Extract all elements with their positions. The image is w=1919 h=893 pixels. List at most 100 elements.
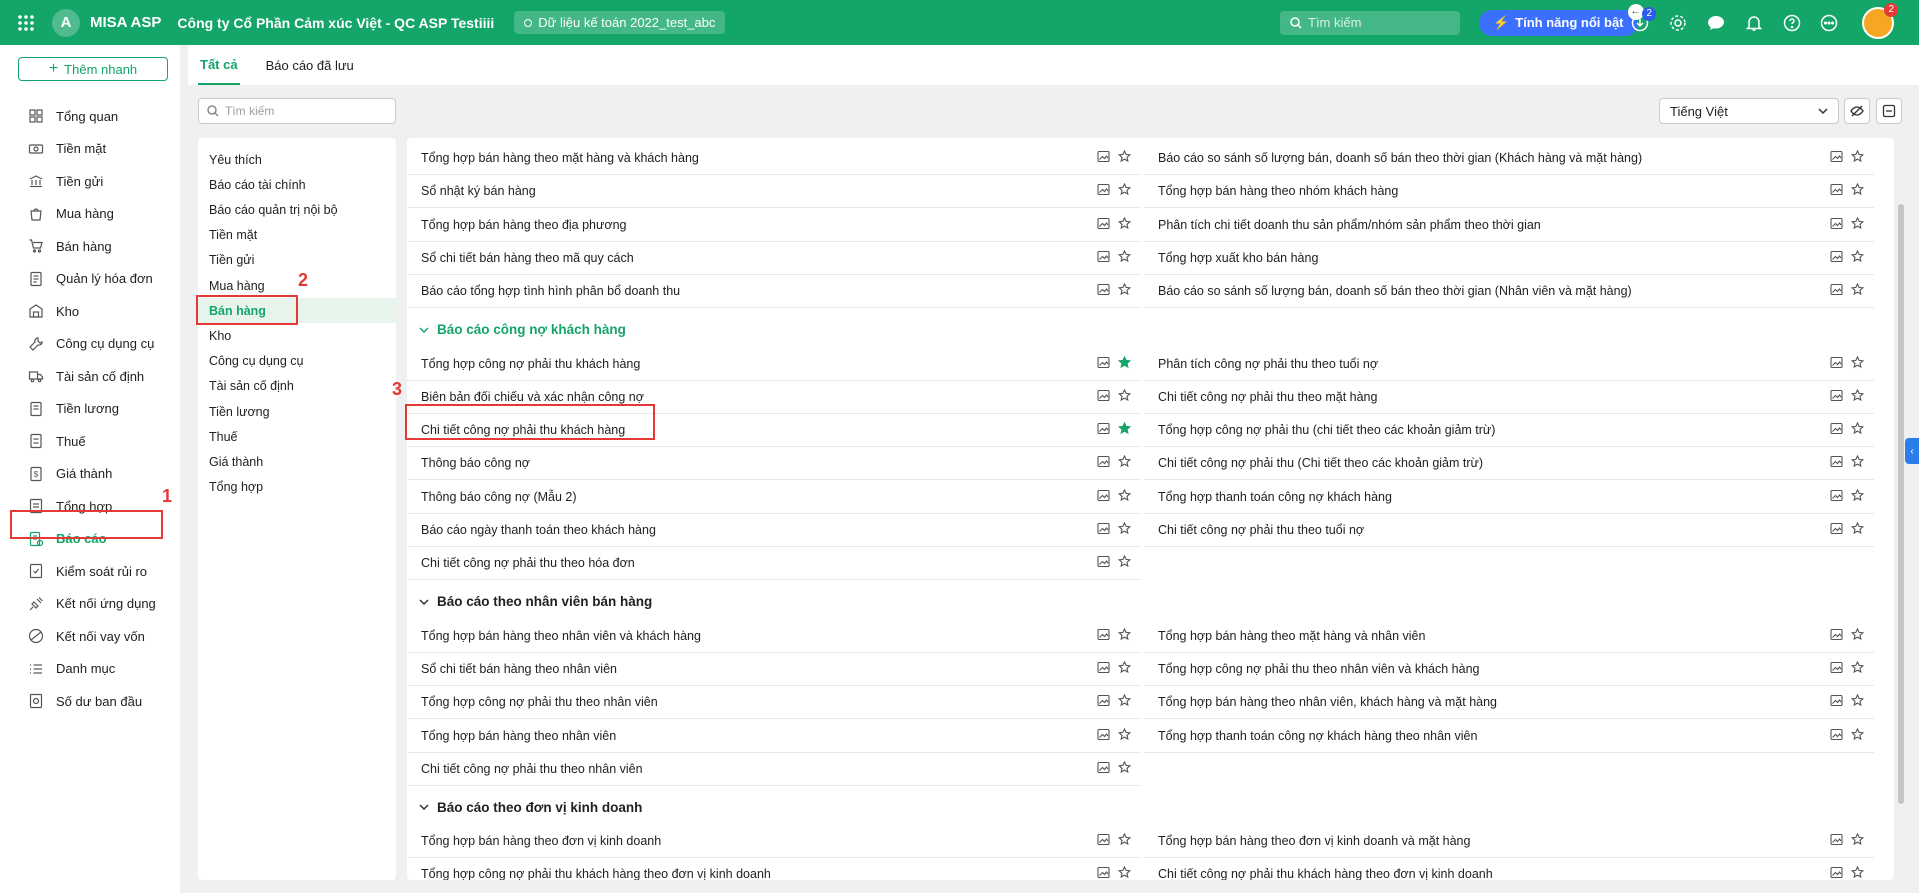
chart-preview-icon[interactable] [1830, 150, 1843, 166]
star-icon[interactable] [1850, 727, 1865, 744]
chart-preview-icon[interactable] [1097, 150, 1110, 166]
database-selector[interactable]: Dữ liệu kế toán 2022_test_abc [514, 11, 726, 34]
star-icon[interactable] [1850, 521, 1865, 538]
chart-preview-icon[interactable] [1097, 283, 1110, 299]
sidebar-item-4[interactable]: Bán hàng [0, 231, 180, 261]
sidebar-item-17[interactable]: Danh mục [0, 654, 180, 684]
chart-preview-icon[interactable] [1097, 183, 1110, 199]
language-select[interactable]: Tiếng Việt [1659, 98, 1839, 124]
star-icon[interactable] [1850, 388, 1865, 405]
report-row[interactable]: Tổng hợp thanh toán công nợ khách hàng [1144, 481, 1874, 514]
star-icon[interactable] [1117, 555, 1132, 571]
report-row[interactable]: Sổ chi tiết bán hàng theo nhân viên [407, 653, 1141, 686]
top-search-input[interactable]: Tìm kiếm [1280, 10, 1460, 35]
star-icon[interactable] [1850, 693, 1865, 710]
report-row[interactable]: Sổ nhật ký bán hàng [407, 175, 1141, 209]
report-row[interactable]: Chi tiết công nợ phải thu khách hàng the… [1144, 858, 1874, 880]
report-row[interactable]: Tổng hợp công nợ phải thu theo nhân viên [407, 686, 1141, 720]
star-icon[interactable] [1850, 455, 1865, 471]
sidebar-item-1[interactable]: Tiền mặt [0, 134, 180, 164]
category-item[interactable]: Tiền lương [198, 399, 396, 424]
star-icon[interactable] [1850, 216, 1865, 233]
star-icon[interactable] [1850, 249, 1865, 266]
category-item[interactable]: Yêu thích [198, 147, 396, 172]
chart-preview-icon[interactable] [1830, 661, 1843, 677]
gear-icon[interactable] [1666, 11, 1690, 35]
help-icon[interactable] [1780, 11, 1804, 35]
category-item[interactable]: Tài sản cố định [198, 374, 396, 399]
report-row[interactable]: Tổng hợp bán hàng theo nhân viên và khác… [407, 620, 1141, 653]
category-item[interactable]: Thuế [198, 424, 396, 449]
report-row[interactable]: Tổng hợp công nợ phải thu theo nhân viên… [1144, 653, 1874, 686]
category-item[interactable]: Tiền mặt [198, 223, 396, 248]
sidebar-item-16[interactable]: Kết nối vay vốn [0, 621, 180, 651]
star-icon[interactable] [1117, 760, 1132, 777]
chart-preview-icon[interactable] [1097, 356, 1110, 372]
chart-preview-icon[interactable] [1830, 455, 1843, 471]
star-filled-icon[interactable] [1117, 421, 1132, 438]
sidebar-item-2[interactable]: Tiền gửi [0, 166, 180, 196]
star-icon[interactable] [1850, 832, 1865, 849]
chart-preview-icon[interactable] [1830, 694, 1843, 710]
category-item[interactable]: Báo cáo quản trị nội bộ [198, 197, 396, 222]
report-row[interactable]: Tổng hợp bán hàng theo nhân viên [407, 720, 1141, 753]
report-row[interactable]: Tổng hợp bán hàng theo địa phương [407, 209, 1141, 242]
report-row[interactable]: Tổng hợp xuất kho bán hàng [1144, 242, 1874, 275]
category-item[interactable]: Tiền gửi [198, 248, 396, 273]
star-icon[interactable] [1117, 249, 1132, 266]
report-row[interactable]: Thông báo công nợ (Mẫu 2) [407, 481, 1141, 514]
report-row[interactable]: Thông báo công nợ [407, 447, 1141, 481]
report-row[interactable]: Phân tích công nợ phải thu theo tuổi nợ [1144, 348, 1874, 381]
tab-1[interactable]: Báo cáo đã lưu [264, 45, 356, 85]
chart-preview-icon[interactable] [1830, 183, 1843, 199]
star-icon[interactable] [1117, 149, 1132, 166]
star-filled-icon[interactable] [1117, 355, 1132, 372]
section-header[interactable]: Báo cáo theo nhân viên bán hàng [419, 591, 652, 613]
chart-preview-icon[interactable] [1097, 522, 1110, 538]
chart-preview-icon[interactable] [1097, 628, 1110, 644]
chart-preview-icon[interactable] [1830, 217, 1843, 233]
star-icon[interactable] [1117, 216, 1132, 233]
star-icon[interactable] [1850, 488, 1865, 505]
report-row[interactable]: Tổng hợp bán hàng theo mặt hàng và nhân … [1144, 620, 1874, 653]
chart-preview-icon[interactable] [1830, 866, 1843, 880]
star-icon[interactable] [1117, 388, 1132, 405]
quick-add-button[interactable]: + Thêm nhanh [18, 57, 168, 81]
report-row[interactable]: Chi tiết công nợ phải thu theo nhân viên [407, 753, 1141, 786]
report-row[interactable]: Báo cáo so sánh số lượng bán, doanh số b… [1144, 275, 1874, 309]
chart-preview-icon[interactable] [1830, 522, 1843, 538]
section-header[interactable]: Báo cáo công nợ khách hàng [419, 319, 626, 341]
star-icon[interactable] [1850, 866, 1865, 880]
star-icon[interactable] [1850, 355, 1865, 372]
chart-preview-icon[interactable] [1830, 628, 1843, 644]
report-row[interactable]: Tổng hợp thanh toán công nợ khách hàng t… [1144, 720, 1874, 753]
category-item[interactable]: Công cụ dụng cụ [198, 349, 396, 374]
sidebar-item-6[interactable]: Kho [0, 296, 180, 326]
star-icon[interactable] [1850, 149, 1865, 166]
report-row[interactable]: Chi tiết công nợ phải thu (Chi tiết theo… [1144, 447, 1874, 481]
report-row[interactable]: Tổng hợp công nợ phải thu khách hàng [407, 348, 1141, 381]
featured-button[interactable]: ⚡ Tính năng nổi bật ← [1479, 3, 1644, 36]
report-row[interactable]: Báo cáo ngày thanh toán theo khách hàng [407, 514, 1141, 547]
sidebar-item-11[interactable]: $ Giá thành [0, 459, 180, 489]
report-row[interactable]: Báo cáo so sánh số lượng bán, doanh số b… [1144, 142, 1874, 175]
chart-preview-icon[interactable] [1097, 489, 1110, 505]
chart-preview-icon[interactable] [1097, 250, 1110, 266]
star-icon[interactable] [1117, 627, 1132, 644]
chart-preview-icon[interactable] [1830, 250, 1843, 266]
chart-preview-icon[interactable] [1097, 661, 1110, 677]
sidebar-item-8[interactable]: Tài sản cố định [0, 361, 180, 391]
report-row[interactable]: Tổng hợp công nợ phải thu khách hàng the… [407, 858, 1141, 880]
sidebar-item-14[interactable]: Kiểm soát rủi ro [0, 556, 180, 586]
report-row[interactable]: Phân tích chi tiết doanh thu sản phẩm/nh… [1144, 209, 1874, 242]
category-search-input[interactable]: Tìm kiếm [198, 98, 396, 124]
star-icon[interactable] [1117, 866, 1132, 880]
star-icon[interactable] [1850, 282, 1865, 299]
collapse-icon[interactable] [1876, 98, 1902, 124]
sidebar-item-10[interactable]: Thuế [0, 426, 180, 456]
chart-preview-icon[interactable] [1097, 422, 1110, 438]
sidebar-item-18[interactable]: Số dư ban đầu [0, 686, 180, 716]
star-icon[interactable] [1117, 282, 1132, 299]
report-row[interactable]: Tổng hợp bán hàng theo nhân viên, khách … [1144, 686, 1874, 720]
star-icon[interactable] [1117, 660, 1132, 677]
